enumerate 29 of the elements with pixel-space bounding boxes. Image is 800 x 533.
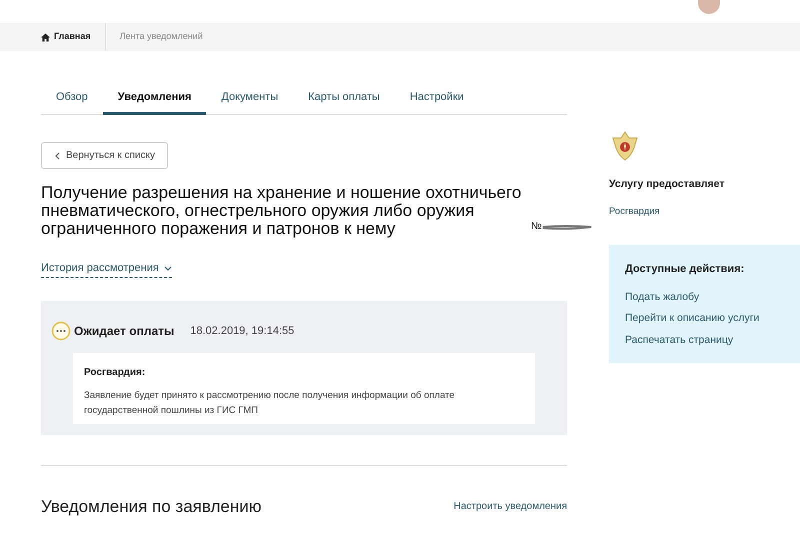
- action-link[interactable]: Подать жалобу: [625, 290, 800, 306]
- status-label: Ожидает оплаты: [74, 323, 174, 340]
- service-title: Получение разрешения на хранение и ношение охотничьего пневматического, огнестрельного оружия либо оружия ограниченного поражения и патронов к нему: [41, 184, 522, 238]
- section-heading: Уведомления по заявлению: [41, 496, 262, 518]
- tab[interactable]: Карты оплаты: [293, 82, 395, 115]
- back-button[interactable]: Вернуться к списку: [41, 142, 168, 169]
- status-datetime: 18.02.2019, 19:14:55: [190, 324, 294, 339]
- settings-link[interactable]: Настроить уведомления: [454, 499, 567, 514]
- avatar-icon[interactable]: [698, 0, 720, 14]
- history-link[interactable]: История рассмотрения: [41, 260, 172, 278]
- tab[interactable]: Настройки: [394, 82, 479, 115]
- tab[interactable]: Уведомления: [102, 82, 206, 115]
- provider-link[interactable]: Росгвардия: [609, 204, 800, 219]
- message-text: Заявление будет принято к рассмотрению после получения информации об оплате государственной пошлины из ГИС ГМП: [84, 389, 456, 418]
- tab[interactable]: Документы: [206, 82, 294, 115]
- tab[interactable]: Обзор: [41, 82, 103, 115]
- action-link[interactable]: Перейти к описанию услуги: [625, 311, 800, 327]
- chevron-left-icon: [54, 152, 60, 160]
- home-icon: [41, 32, 50, 42]
- home-breadcrumb[interactable]: Главная: [41, 30, 91, 44]
- message-author: Росгвардия:: [84, 366, 146, 380]
- redaction-scribble: [542, 223, 592, 231]
- pending-status-icon: [51, 321, 71, 341]
- number-label: №: [531, 220, 542, 234]
- breadcrumb-current: Лента уведомлений: [120, 30, 203, 44]
- chevron-down-icon: [164, 266, 172, 271]
- actions-heading: Доступные действия:: [625, 262, 746, 277]
- provider-heading: Услугу предоставляет: [609, 177, 726, 192]
- action-link[interactable]: Распечатать страницу: [625, 333, 800, 349]
